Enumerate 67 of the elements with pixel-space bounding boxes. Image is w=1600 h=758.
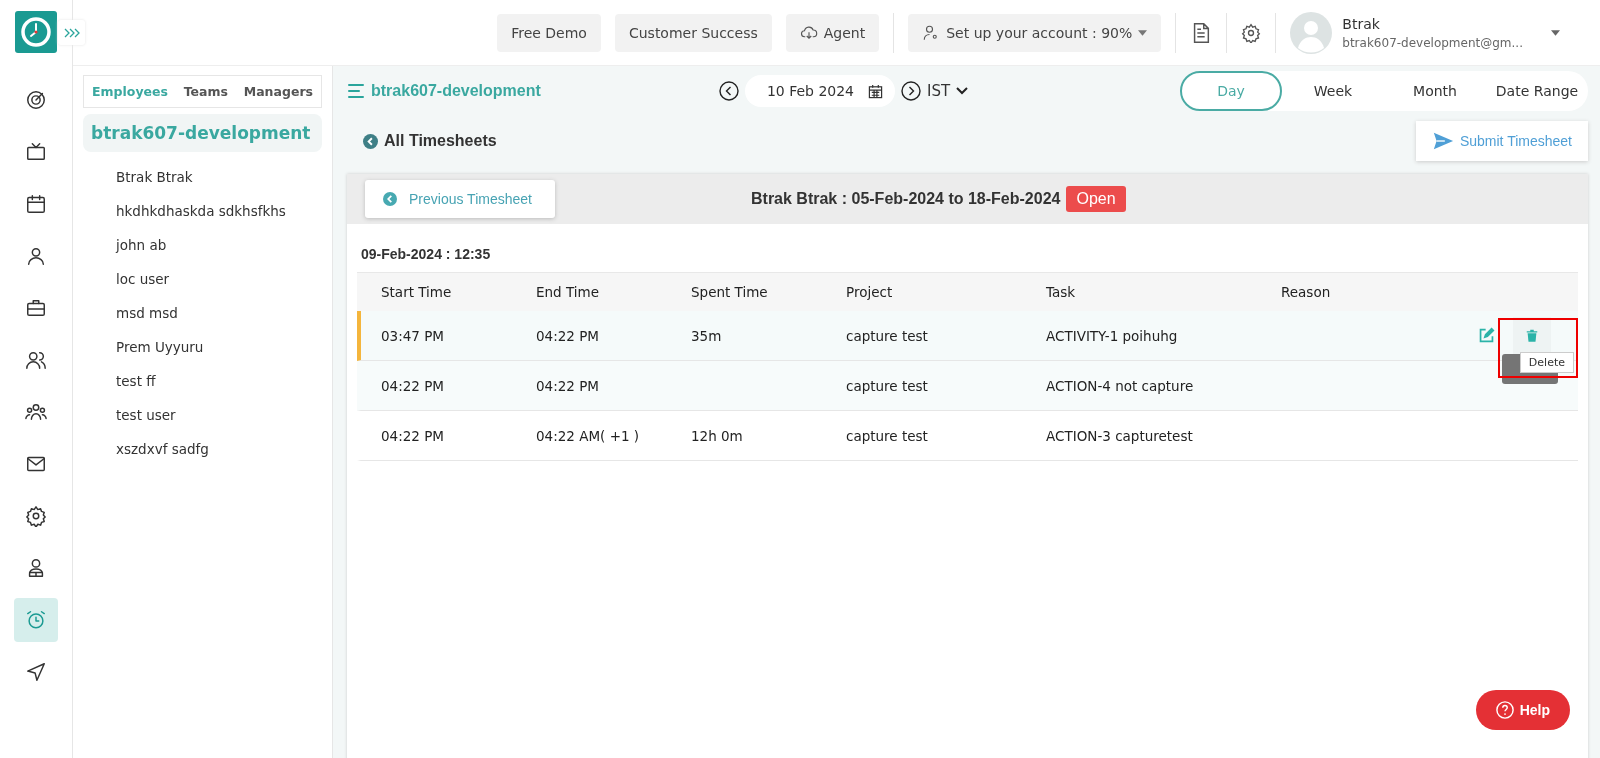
user-name: Btrak: [1342, 15, 1381, 32]
timesheet-title: Btrak Btrak : 05-Feb-2024 to 18-Feb-2024: [751, 190, 1061, 208]
caret-icon[interactable]: [1551, 29, 1560, 36]
employee-item[interactable]: loc user: [83, 262, 322, 296]
date-field[interactable]: 10 Feb 2024: [744, 75, 895, 107]
trash-icon: [1525, 328, 1539, 343]
view-tab[interactable]: Week: [1282, 71, 1384, 111]
column-header: Project: [845, 284, 894, 300]
table-cell-text: 04:22 PM: [380, 377, 445, 394]
alarm-icon[interactable]: [14, 598, 58, 642]
user-email: btrak607-development@gm...: [1342, 35, 1523, 50]
agent-button[interactable]: Agent: [785, 13, 880, 52]
expand-icon[interactable]: [58, 20, 85, 45]
employee-item[interactable]: john ab: [83, 228, 322, 262]
table-cell-text: ACTIVITY-1 poihuhg: [1045, 327, 1179, 344]
column-header: End Time: [535, 284, 600, 300]
chevron-down-icon: [956, 87, 969, 95]
setup-account-button[interactable]: Set up your account : 90%: [908, 13, 1162, 52]
cloud-download-icon: [799, 23, 818, 42]
table-cell-text: 04:22 PM: [380, 427, 445, 444]
column-header: Start Time: [380, 284, 453, 300]
timezone-dropdown[interactable]: IST: [927, 82, 969, 100]
table-cell-text: capture test: [845, 377, 929, 394]
table-cell-text: 12h 0m: [690, 427, 744, 444]
table-cell-text: ACTION-3 capturetest: [1045, 427, 1194, 444]
column-header: Spent Time: [690, 284, 769, 300]
header-button[interactable]: Customer Success: [614, 13, 772, 52]
panel-tab[interactable]: Managers: [239, 80, 317, 103]
avatar-icon: [1290, 11, 1333, 54]
employee-item[interactable]: Btrak Btrak: [83, 160, 322, 194]
day-heading: 09-Feb-2024 : 12:35: [360, 245, 492, 264]
table-cell-text: capture test: [845, 427, 929, 444]
caret-icon: [1138, 29, 1148, 36]
previous-icon[interactable]: [718, 81, 739, 101]
send-icon: [1431, 130, 1454, 152]
employee-item[interactable]: hkdhkdhaskda sdkhsfkhs: [83, 194, 322, 228]
view-tab[interactable]: Month: [1384, 71, 1486, 111]
table-cell-text: 04:22 PM: [535, 377, 600, 394]
next-icon[interactable]: [901, 81, 921, 101]
settings-icon[interactable]: [1241, 22, 1262, 43]
table-cell-text: ACTION-4 not capture: [1045, 377, 1195, 394]
table-cell-text: 04:22 AM( +1 ): [535, 427, 641, 444]
calendar-icon: [868, 83, 883, 99]
panel-tab[interactable]: Teams: [179, 80, 232, 103]
column-header: Task: [1045, 284, 1077, 300]
employee-item[interactable]: Prem Uyyuru: [83, 330, 322, 364]
back-icon: [363, 133, 378, 149]
menu-icon: [347, 81, 367, 101]
table-cell-text: 03:47 PM: [380, 327, 445, 344]
app-logo[interactable]: [15, 11, 57, 53]
delete-button[interactable]: [1513, 316, 1551, 355]
delete-tooltip: Delete: [1519, 352, 1574, 373]
table-cell-text: capture test: [845, 327, 929, 344]
table-cell-text: 04:22 PM: [535, 327, 600, 344]
help-icon: [1495, 701, 1514, 719]
back-icon: [383, 192, 397, 206]
view-tab[interactable]: Date Range: [1486, 71, 1588, 111]
employee-item[interactable]: xszdxvf sadfg: [83, 432, 322, 466]
employee-item[interactable]: msd msd: [83, 296, 322, 330]
table-cell-text: 35m: [690, 327, 723, 344]
help-button[interactable]: Help: [1475, 690, 1570, 730]
employee-item[interactable]: test ff: [83, 364, 322, 398]
employee-item[interactable]: test user: [83, 398, 322, 432]
all-timesheets-link[interactable]: All Timesheets: [363, 132, 497, 150]
column-header: Reason: [1280, 284, 1332, 300]
header-button[interactable]: Free Demo: [497, 13, 601, 52]
status-badge: Open: [1066, 186, 1126, 212]
